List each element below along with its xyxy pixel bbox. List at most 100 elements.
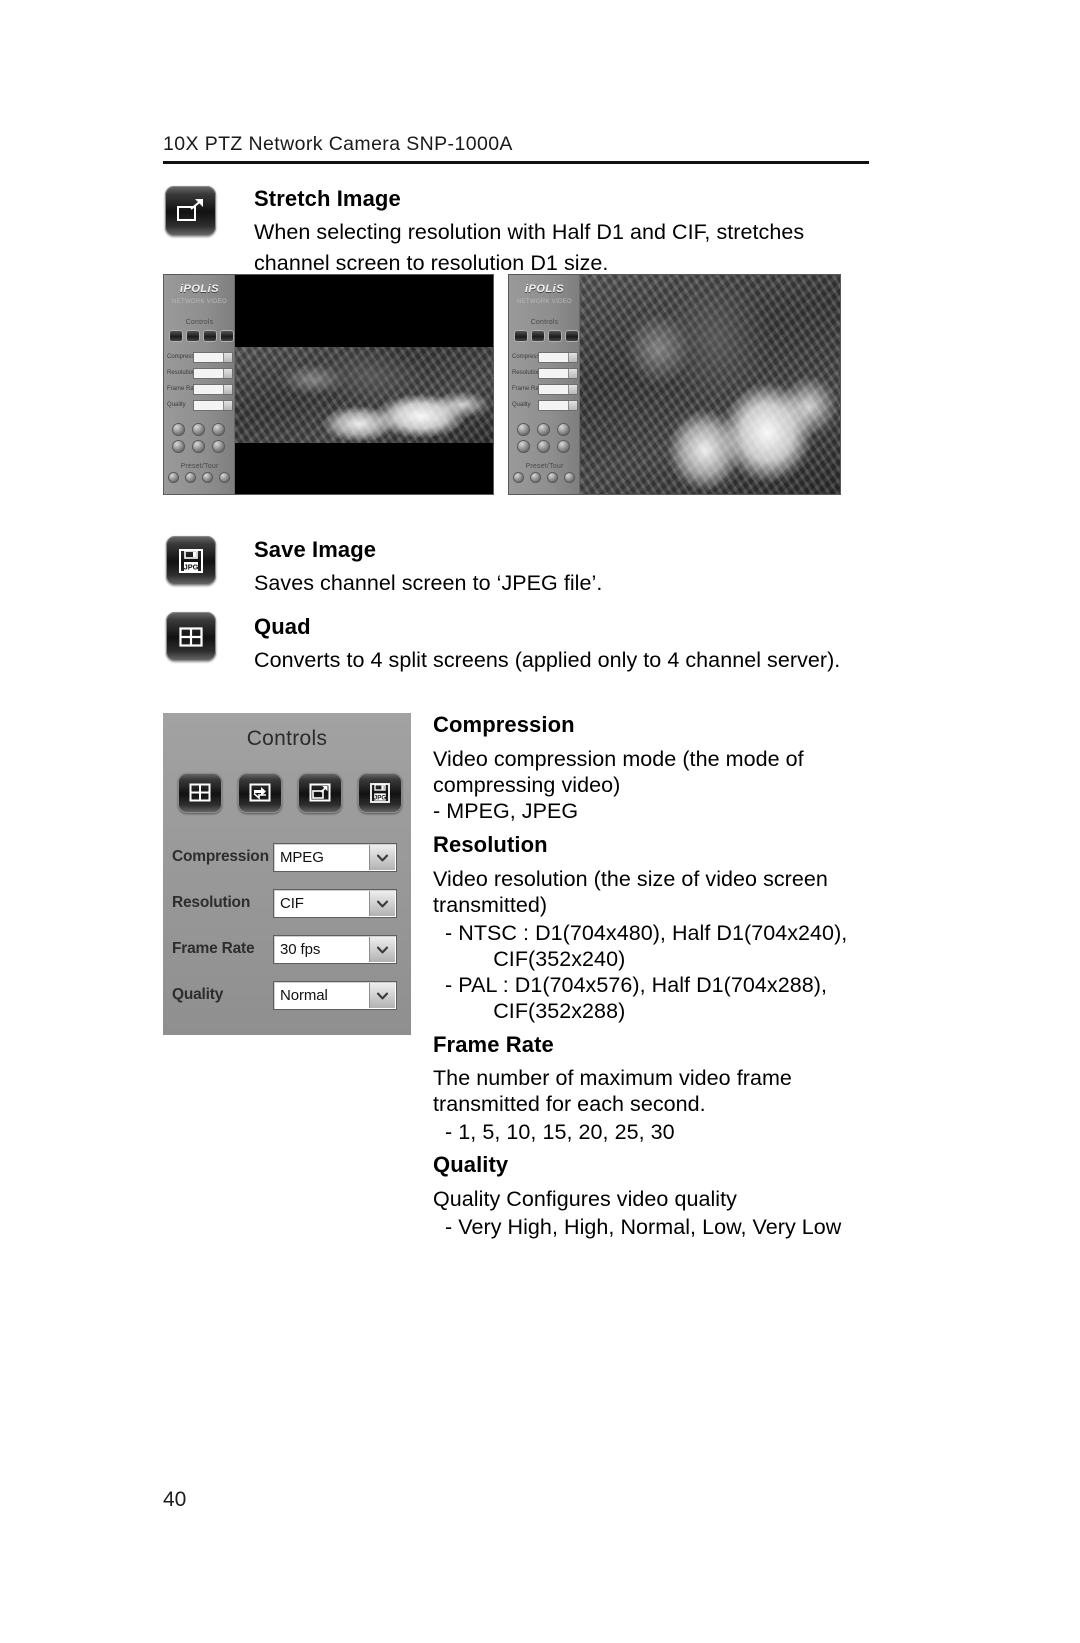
controls-caption: Controls (185, 319, 214, 326)
mini-field-resolution[interactable] (193, 368, 233, 379)
mini-quad-button[interactable] (514, 330, 528, 342)
preset-knob[interactable] (185, 472, 196, 483)
mini-field-compression[interactable] (538, 352, 578, 363)
preset-knob[interactable] (513, 472, 524, 483)
section-body-save-image: Saves channel screen to ‘JPEG file’. (254, 571, 603, 595)
preset-knob[interactable] (219, 472, 230, 483)
ptz-knob[interactable] (557, 440, 570, 453)
svg-text:JPG: JPG (374, 794, 387, 801)
controls-caption: Controls (530, 319, 559, 326)
video-frame (235, 347, 493, 443)
chevron-down-icon[interactable] (369, 983, 395, 1008)
preset-tour-caption: Preset/Tour (180, 463, 219, 470)
desc-body-framerate-line-2: - 1, 5, 10, 15, 20, 25, 30 (433, 1120, 675, 1144)
section-title-stretch-image: Stretch Image (254, 186, 401, 211)
desc-body-resolution-line-1: transmitted) (433, 893, 548, 917)
mini-refresh-button[interactable] (531, 330, 545, 342)
ptz-knob[interactable] (172, 423, 185, 436)
desc-body-quality-line-1: - Very High, High, Normal, Low, Very Low (433, 1215, 842, 1239)
resolution-value: CIF (280, 895, 304, 912)
save-jpg-button[interactable]: JPG (358, 773, 402, 813)
desc-body-quality-line-0: Quality Configures video quality (433, 1187, 737, 1211)
controls-panel-title: Controls (246, 727, 328, 750)
preset-knob[interactable] (547, 472, 558, 483)
ptz-knob[interactable] (192, 423, 205, 436)
preset-knob[interactable] (202, 472, 213, 483)
controls-panel-figure: Controls JPG Compression MPEG Resolution… (163, 713, 411, 1035)
desc-body-compression-line-2: - MPEG, JPEG (433, 799, 579, 823)
section-title-quad: Quad (254, 614, 311, 639)
framerate-value: 30 fps (280, 941, 321, 958)
video-display-letterboxed (235, 275, 493, 494)
ptz-knob[interactable] (172, 440, 185, 453)
video-display-stretched (580, 275, 840, 494)
chevron-down-icon[interactable] (369, 845, 395, 870)
ipolis-sublogo: NETWORK VIDEO (517, 299, 572, 305)
compression-value: MPEG (280, 849, 324, 866)
ipolis-logo: iPOLiS (179, 283, 220, 295)
ptz-knob[interactable] (192, 440, 205, 453)
mini-field-framerate[interactable] (193, 384, 233, 395)
preset-knob[interactable] (168, 472, 179, 483)
stretch-image-icon (165, 186, 216, 236)
preset-knob[interactable] (530, 472, 541, 483)
section-body-stretch-image: When selecting resolution with Half D1 a… (254, 220, 805, 275)
ptz-knob[interactable] (537, 423, 550, 436)
desc-body-resolution-line-5: CIF(352x288) (433, 999, 626, 1023)
mini-stretch-button[interactable] (548, 330, 562, 342)
mini-field-quality[interactable] (193, 400, 233, 411)
framerate-select[interactable]: 30 fps (273, 935, 397, 964)
control-label-compression: Compression (172, 848, 269, 865)
control-label-framerate: Frame Rate (172, 940, 255, 957)
ptz-knob[interactable] (517, 440, 530, 453)
refresh-button[interactable] (238, 773, 282, 813)
mini-stretch-button[interactable] (203, 330, 217, 342)
mini-save-button[interactable] (220, 330, 234, 342)
mini-save-button[interactable] (565, 330, 579, 342)
quad-icon (166, 612, 216, 661)
mini-label-quality: Quality (167, 402, 186, 408)
control-label-resolution: Resolution (172, 894, 251, 911)
ptz-knob[interactable] (537, 440, 550, 453)
running-head: 10X PTZ Network Camera SNP-1000A (163, 133, 513, 155)
preset-knob[interactable] (564, 472, 575, 483)
desc-title-compression: Compression (433, 712, 575, 737)
svg-text:JPG: JPG (184, 562, 199, 571)
page-number: 40 (163, 1488, 187, 1511)
ptz-knob[interactable] (557, 423, 570, 436)
resolution-select[interactable]: CIF (273, 889, 397, 918)
mini-refresh-button[interactable] (186, 330, 200, 342)
mini-quad-button[interactable] (169, 330, 183, 342)
viewer-screenshot-stretched: iPOLiS NETWORK VIDEO Controls Compressio… (508, 274, 841, 495)
section-title-save-image: Save Image (254, 537, 377, 562)
desc-title-quality: Quality (433, 1152, 509, 1177)
ptz-knob[interactable] (212, 423, 225, 436)
viewer-screenshot-unstretched: iPOLiS NETWORK VIDEO Controls Compressio… (163, 274, 494, 495)
section-body-quad: Converts to 4 split screens (applied onl… (254, 648, 841, 672)
ipolis-logo: iPOLiS (524, 283, 565, 295)
mini-label-resolution: Resolution (167, 370, 196, 376)
compression-select[interactable]: MPEG (273, 843, 397, 872)
quality-select[interactable]: Normal (273, 981, 397, 1010)
mini-field-compression[interactable] (193, 352, 233, 363)
document-page: 10X PTZ Network Camera SNP-1000A Stretch… (0, 0, 1080, 1643)
viewer-side-panel: iPOLiS NETWORK VIDEO Controls Compressio… (164, 275, 235, 494)
mini-field-framerate[interactable] (538, 384, 578, 395)
ptz-knob[interactable] (212, 440, 225, 453)
preset-tour-caption: Preset/Tour (525, 463, 564, 470)
mini-field-resolution[interactable] (538, 368, 578, 379)
chevron-down-icon[interactable] (369, 891, 395, 916)
stretch-button[interactable] (298, 773, 342, 813)
desc-title-resolution: Resolution (433, 832, 548, 857)
quality-value: Normal (280, 987, 328, 1004)
video-frame (580, 275, 840, 494)
desc-title-framerate: Frame Rate (433, 1032, 554, 1057)
ipolis-sublogo: NETWORK VIDEO (172, 299, 227, 305)
mini-label-resolution: Resolution (512, 370, 541, 376)
header-rule (163, 161, 869, 164)
quad-button[interactable] (178, 773, 222, 813)
mini-field-quality[interactable] (538, 400, 578, 411)
save-image-jpg-icon: JPG (166, 536, 216, 585)
ptz-knob[interactable] (517, 423, 530, 436)
chevron-down-icon[interactable] (369, 937, 395, 962)
